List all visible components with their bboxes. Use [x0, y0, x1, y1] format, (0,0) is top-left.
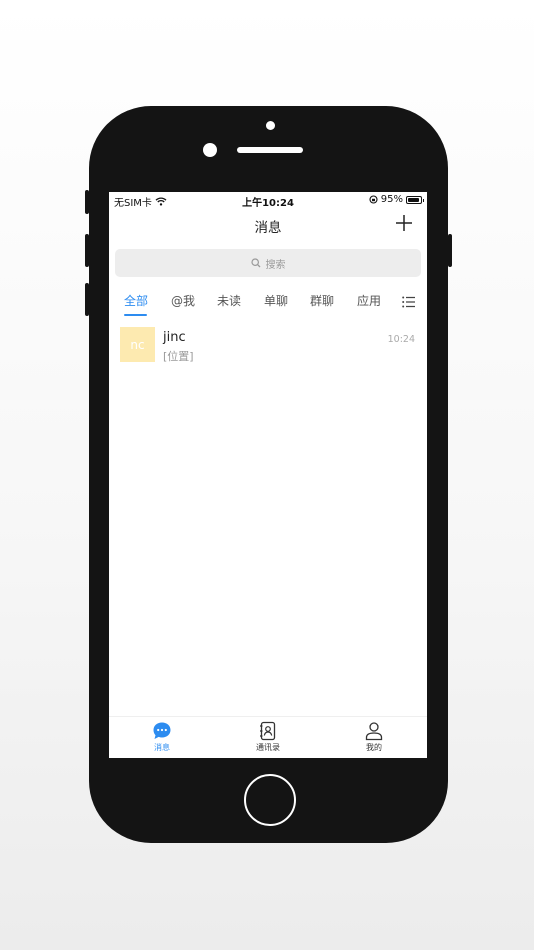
bottom-tab-bar: 消息 通讯录 我的 [109, 716, 427, 758]
rotation-lock-icon [369, 195, 378, 204]
page-title: 消息 [254, 220, 282, 236]
list-icon[interactable] [402, 296, 416, 308]
tabbar-label: 消息 [154, 743, 170, 752]
contacts-book-icon [260, 721, 276, 741]
search-bar[interactable]: 搜索 [115, 249, 421, 277]
conversation-preview: [位置] [163, 350, 194, 363]
proximity-sensor [203, 143, 217, 157]
tab-all[interactable]: 全部 [124, 292, 148, 309]
conversation-time: 10:24 [387, 334, 415, 345]
battery-icon [406, 195, 424, 204]
avatar: nc [120, 327, 155, 362]
plus-icon[interactable] [395, 214, 413, 232]
tabbar-item-contacts[interactable]: 通讯录 [215, 721, 321, 753]
front-camera [266, 121, 275, 130]
mute-switch [85, 190, 89, 214]
conversation-name: jinc [163, 330, 186, 345]
tab-mentions[interactable]: @我 [171, 292, 195, 309]
search-placeholder: 搜索 [265, 259, 286, 271]
chat-bubble-icon [153, 722, 171, 739]
phone-frame: 无SIM卡 上午10:24 95% 消息 搜索 全部 @我 未读 单聊 群聊 应… [89, 106, 448, 843]
filter-tabs: 全部 @我 未读 单聊 群聊 应用 [109, 288, 427, 316]
app-screen: 无SIM卡 上午10:24 95% 消息 搜索 全部 @我 未读 单聊 群聊 应… [109, 192, 427, 758]
home-button[interactable] [244, 774, 296, 826]
status-bar: 无SIM卡 上午10:24 95% [109, 192, 427, 209]
tabbar-label: 通讯录 [256, 743, 280, 752]
tabbar-label: 我的 [366, 743, 382, 752]
tab-group-chat[interactable]: 群聊 [310, 292, 334, 309]
battery-percent: 95% [380, 194, 403, 205]
tabbar-item-profile[interactable]: 我的 [321, 721, 427, 753]
list-item[interactable]: nc jinc [位置] 10:24 [109, 323, 427, 363]
search-icon [250, 258, 260, 268]
earpiece-speaker [237, 147, 303, 153]
tab-apps[interactable]: 应用 [357, 292, 381, 309]
nav-bar: 消息 [109, 209, 427, 239]
tab-single-chat[interactable]: 单聊 [264, 292, 288, 309]
battery-fill [408, 197, 420, 202]
volume-down-button [85, 283, 89, 316]
active-tab-indicator [124, 314, 147, 316]
person-icon [365, 722, 383, 741]
tabbar-item-messages[interactable]: 消息 [109, 721, 215, 753]
tab-unread[interactable]: 未读 [217, 292, 241, 309]
power-button [448, 234, 452, 267]
volume-up-button [85, 234, 89, 267]
